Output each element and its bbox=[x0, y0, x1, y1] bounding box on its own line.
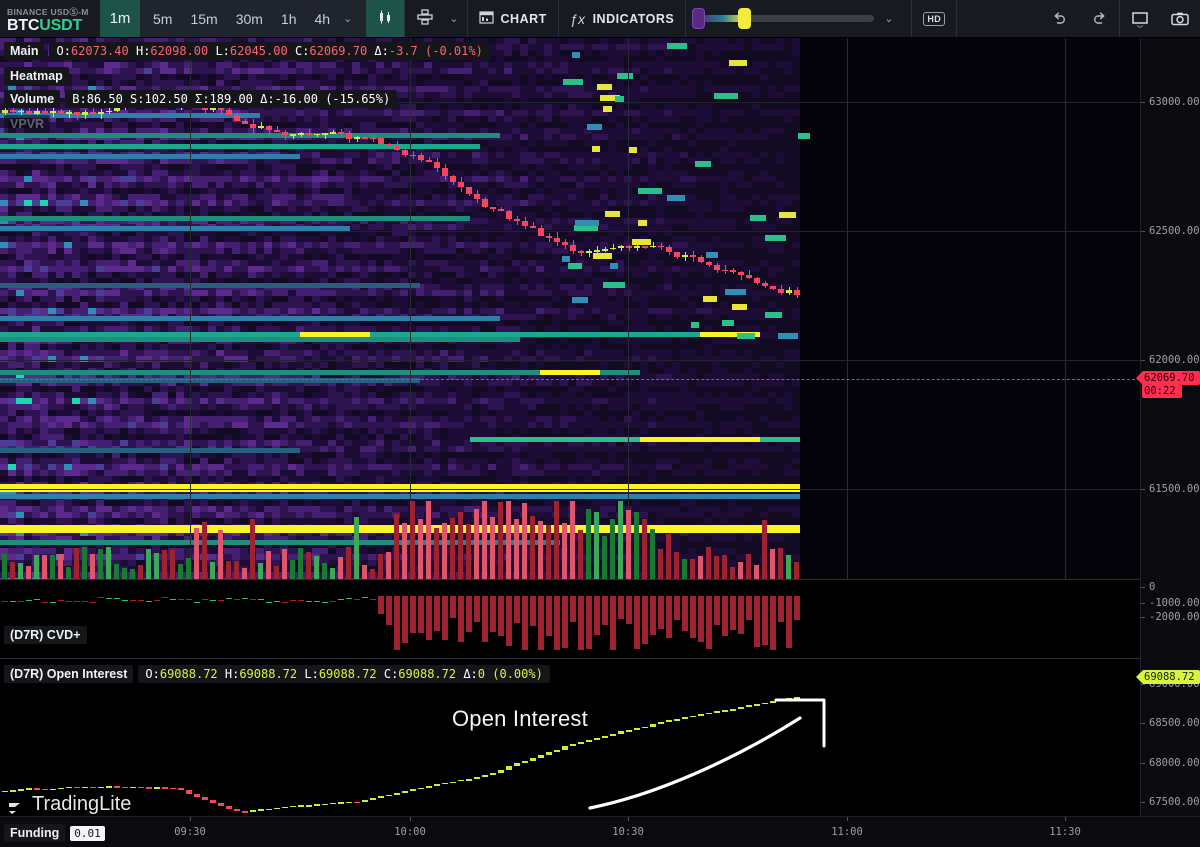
open-interest-annotation-arrow bbox=[588, 698, 826, 810]
oi-low-key: L: bbox=[304, 667, 319, 681]
legend-volume[interactable]: Volume B:86.50 S:102.50 Σ:189.00 Δ:-16.0… bbox=[4, 90, 398, 108]
indicators-button[interactable]: ƒx INDICATORS bbox=[558, 0, 686, 37]
legend-main-values: O:62073.40 H:62098.00 L:62045.00 C:62069… bbox=[49, 42, 490, 60]
calendar-chart-icon bbox=[478, 10, 494, 28]
camera-icon[interactable] bbox=[1160, 0, 1200, 37]
timeframe-15m[interactable]: 15m bbox=[181, 0, 226, 37]
ohlc-close-value: 62069.70 bbox=[309, 44, 368, 58]
current-price-line bbox=[0, 379, 1140, 380]
timeframe-group: 5m 15m 30m 1h 4h ⌄ bbox=[140, 0, 367, 37]
timeframe-active-1m[interactable]: 1m bbox=[100, 0, 140, 37]
time-axis[interactable]: 09:30 10:00 10:30 11:00 11:30 bbox=[0, 816, 1200, 847]
ohlc-open-value: 62073.40 bbox=[70, 44, 129, 58]
legend-cvd[interactable]: (D7R) CVD+ bbox=[4, 626, 87, 644]
redo-icon[interactable] bbox=[1079, 0, 1119, 37]
oi-close-value: 69088.72 bbox=[398, 667, 457, 681]
chart-button[interactable]: CHART bbox=[467, 0, 558, 37]
legend-heatmap[interactable]: Heatmap bbox=[4, 67, 69, 85]
cvd-pane[interactable] bbox=[0, 586, 1140, 658]
funding-value: 0.01 bbox=[70, 825, 105, 841]
watermark: TradingLite bbox=[8, 793, 131, 816]
volume-delta-key: Δ: bbox=[260, 92, 275, 106]
timeframe-1h[interactable]: 1h bbox=[272, 0, 306, 37]
tradinglite-logo-icon bbox=[8, 798, 27, 814]
legend-vpvr[interactable]: VPVR bbox=[4, 115, 51, 133]
main-pane[interactable] bbox=[0, 38, 1140, 579]
ohlc-high-value: 62098.00 bbox=[150, 44, 209, 58]
legend-cvd-label: (D7R) CVD+ bbox=[4, 626, 87, 644]
legend-oi-label: (D7R) Open Interest bbox=[4, 665, 134, 683]
undo-icon[interactable] bbox=[1039, 0, 1079, 37]
symbol-label: BTCUSDT bbox=[7, 16, 94, 35]
trading-terminal: BINANCE USDⓈ-M BTCUSDT 1m 5m 15m 30m 1h … bbox=[0, 0, 1200, 847]
function-icon: ƒx bbox=[569, 10, 586, 27]
volume-delta-value: -16.00 bbox=[274, 92, 318, 106]
open-interest-annotation-text: Open Interest bbox=[452, 706, 588, 731]
hd-badge: HD bbox=[923, 11, 946, 26]
volume-buy-value: 86.50 bbox=[86, 92, 123, 106]
chart-type-button[interactable] bbox=[366, 0, 405, 37]
ohlc-low-key: L: bbox=[215, 44, 230, 58]
oi-high-key: H: bbox=[224, 667, 240, 681]
ohlc-delta-value: -3.7 bbox=[388, 44, 418, 58]
ohlc-open-key: O: bbox=[56, 44, 71, 58]
legend-oi-values: O:69088.72 H:69088.72 L:69088.72 C:69088… bbox=[138, 665, 550, 683]
symbol-ticker[interactable]: BINANCE USDⓈ-M BTCUSDT bbox=[0, 0, 100, 37]
oi-open-key: O: bbox=[145, 667, 160, 681]
volume-buy-key: B: bbox=[72, 92, 87, 106]
ohlc-delta-pct: (-0.01%) bbox=[425, 44, 483, 58]
layout-chevron-down-icon[interactable]: ⌄ bbox=[445, 0, 467, 37]
legend-heatmap-label: Heatmap bbox=[4, 67, 69, 85]
fullscreen-icon[interactable] bbox=[1120, 0, 1160, 37]
layout-icon bbox=[416, 8, 434, 29]
volume-sell-value: 102.50 bbox=[144, 92, 188, 106]
layout-button[interactable] bbox=[405, 0, 446, 37]
oi-delta-key: Δ: bbox=[463, 667, 478, 681]
legend-main[interactable]: Main O:62073.40 H:62098.00 L:62045.00 C:… bbox=[4, 42, 490, 60]
chevron-down-icon[interactable]: ⌄ bbox=[339, 12, 360, 25]
oi-delta-value: 0 bbox=[477, 667, 486, 681]
oi-high-value: 69088.72 bbox=[239, 667, 298, 681]
volume-sum-key: Σ: bbox=[195, 92, 210, 106]
heatmap-intensity-slider[interactable]: ⌄ bbox=[686, 0, 911, 37]
oi-open-value: 69088.72 bbox=[159, 667, 218, 681]
legend-open-interest[interactable]: (D7R) Open Interest O:69088.72 H:69088.7… bbox=[4, 665, 550, 683]
open-interest-pane[interactable]: Open Interest bbox=[0, 660, 1140, 818]
volume-sell-key: S: bbox=[130, 92, 145, 106]
symbol-base: BTC bbox=[7, 16, 40, 34]
volume-sum-value: 189.00 bbox=[209, 92, 253, 106]
ohlc-high-key: H: bbox=[135, 44, 151, 58]
volume-delta-pct: (-15.65%) bbox=[325, 92, 391, 106]
symbol-quote: USDT bbox=[39, 16, 83, 34]
gradient-chevron-down-icon[interactable]: ⌄ bbox=[874, 12, 903, 25]
slider-handle-low[interactable] bbox=[692, 8, 706, 29]
slider-track[interactable] bbox=[692, 8, 875, 29]
watermark-label: TradingLite bbox=[32, 793, 132, 815]
timeframe-5m[interactable]: 5m bbox=[144, 0, 181, 37]
legend-vpvr-label: VPVR bbox=[4, 115, 51, 133]
hd-toggle-button[interactable]: HD bbox=[912, 0, 957, 37]
ohlc-close-key: C: bbox=[294, 44, 310, 58]
ohlc-delta-key: Δ: bbox=[374, 44, 389, 58]
timeframe-30m[interactable]: 30m bbox=[227, 0, 272, 37]
timeframe-4h[interactable]: 4h bbox=[306, 0, 340, 37]
indicators-button-label: INDICATORS bbox=[592, 11, 675, 26]
legend-volume-values: B:86.50 S:102.50 Σ:189.00 Δ:-16.00 (-15.… bbox=[65, 90, 398, 108]
main-toolbar: BINANCE USDⓈ-M BTCUSDT 1m 5m 15m 30m 1h … bbox=[0, 0, 1200, 38]
oi-close-key: C: bbox=[383, 667, 399, 681]
chart-area[interactable]: Open Interest Main O:62073.40 H:62098.00… bbox=[0, 38, 1200, 847]
legend-funding-label: Funding bbox=[4, 824, 66, 842]
slider-handle-high[interactable] bbox=[738, 8, 752, 29]
oi-low-value: 69088.72 bbox=[318, 667, 377, 681]
price-axis[interactable]: 63000.00 62500.00 62000.00 61500.00 62069.70… bbox=[1136, 38, 1200, 847]
candles-icon bbox=[377, 9, 393, 28]
legend-main-label: Main bbox=[4, 42, 45, 60]
legend-funding[interactable]: Funding 0.01 bbox=[4, 824, 105, 842]
oi-delta-pct: (0.00%) bbox=[492, 667, 543, 681]
chart-button-label: CHART bbox=[500, 11, 547, 26]
legend-volume-label: Volume bbox=[4, 90, 61, 108]
ohlc-low-value: 62045.00 bbox=[229, 44, 288, 58]
